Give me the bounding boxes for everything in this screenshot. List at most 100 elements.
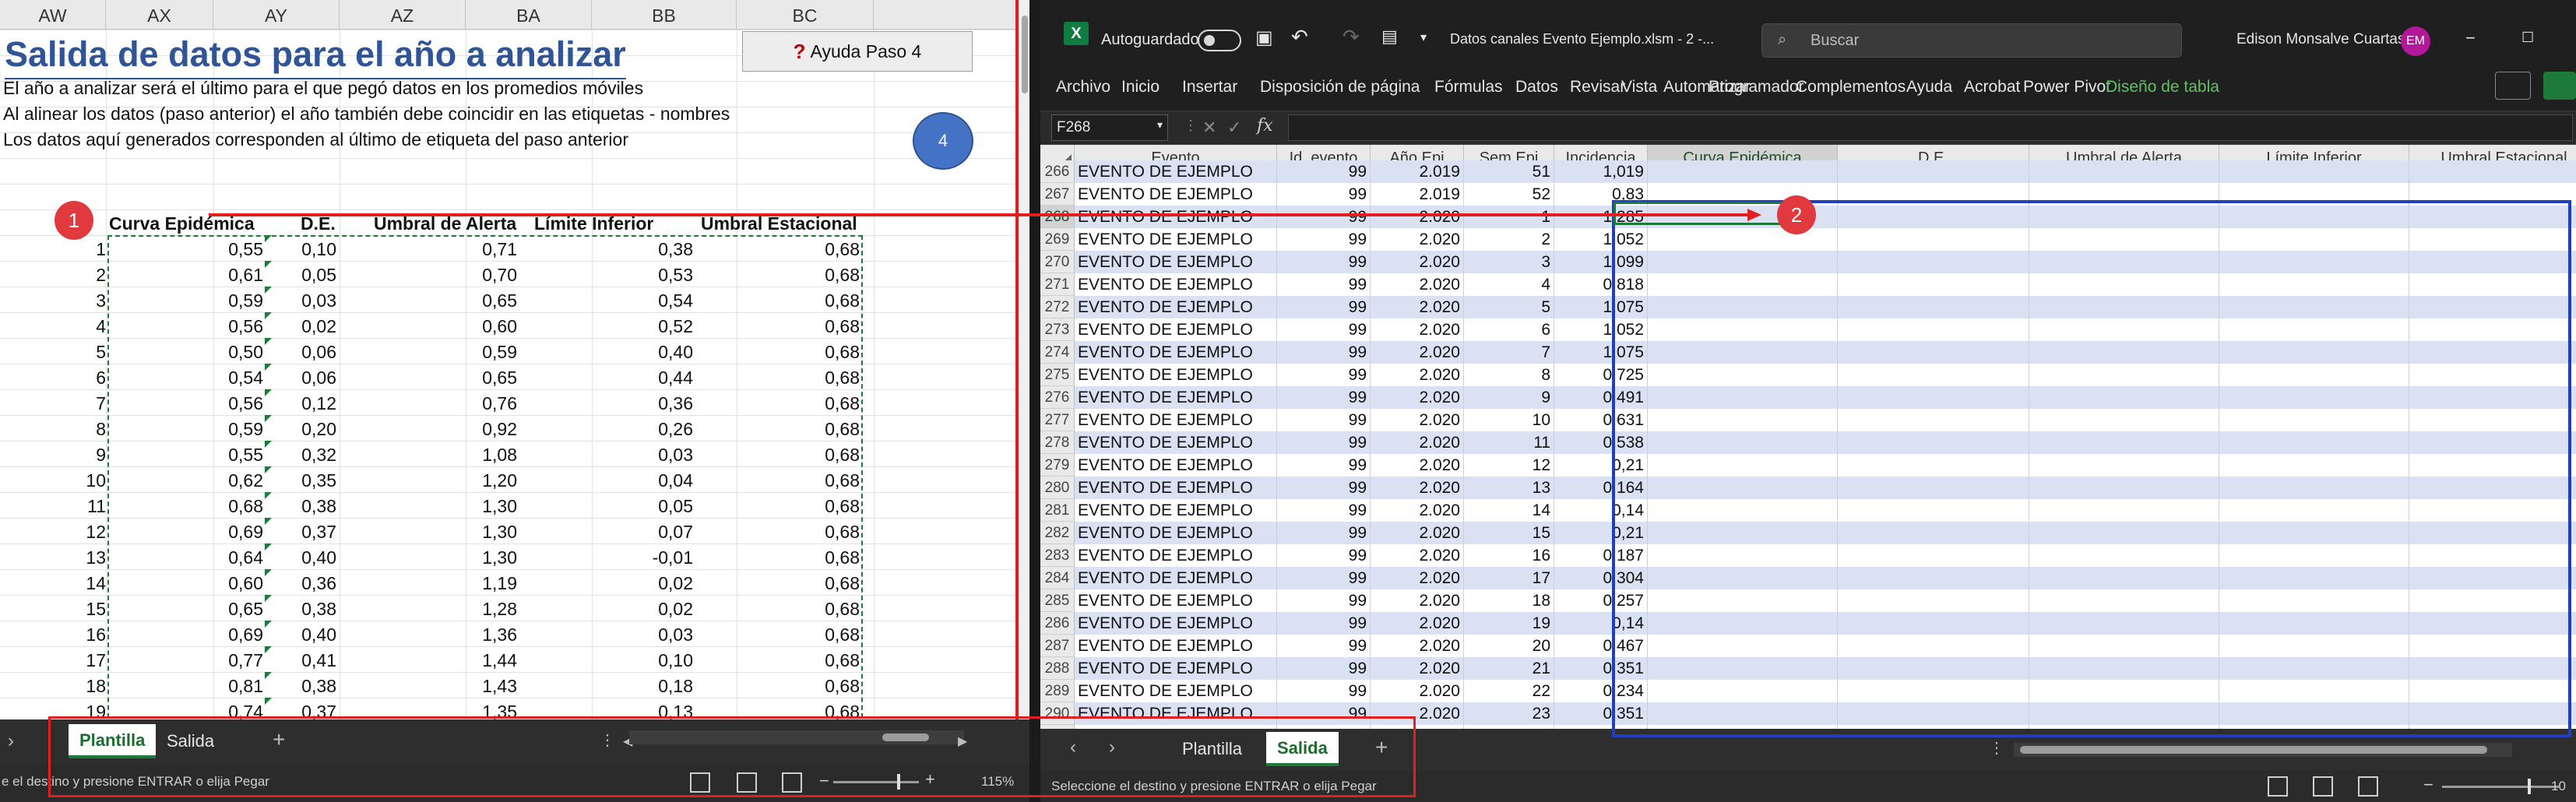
paste-icon[interactable]: ▤ [1381, 26, 1398, 47]
table-cell[interactable]: EVENTO DE EJEMPLO [1075, 228, 1277, 251]
table-cell[interactable]: EVENTO DE EJEMPLO [1075, 680, 1277, 702]
more-options-icon[interactable]: ⋮ [1989, 738, 2004, 758]
table-cell[interactable]: 2.020 [1371, 544, 1464, 567]
table-cell[interactable]: 2.019 [1371, 160, 1464, 183]
table-cell[interactable]: 99 [1277, 228, 1371, 251]
table-cell[interactable]: 12 [1464, 454, 1554, 477]
table-cell[interactable]: 9 [1464, 386, 1554, 409]
table-cell[interactable]: 2.020 [1371, 567, 1464, 589]
table-cell[interactable] [1838, 160, 2029, 183]
row-number[interactable]: 277 [1040, 409, 1075, 431]
table-cell[interactable]: 11 [1464, 431, 1554, 454]
table-cell[interactable]: 2.020 [1371, 364, 1464, 386]
table-cell[interactable]: 2.020 [1371, 251, 1464, 273]
table-cell[interactable]: 2.020 [1371, 522, 1464, 544]
row-number[interactable]: 287 [1040, 635, 1075, 657]
table-cell[interactable]: 99 [1277, 386, 1371, 409]
table-cell[interactable]: 99 [1277, 296, 1371, 318]
table-cell[interactable]: EVENTO DE EJEMPLO [1075, 612, 1277, 635]
comments-button[interactable] [2495, 72, 2531, 100]
table-cell[interactable]: 1,019 [1554, 160, 1648, 183]
table-cell[interactable]: 99 [1277, 680, 1371, 702]
menu-diseño-de-tabla[interactable]: Diseño de tabla [2106, 78, 2219, 97]
table-cell[interactable]: 2.020 [1371, 589, 1464, 612]
share-button[interactable] [2543, 72, 2576, 100]
table-cell[interactable]: 2.020 [1371, 477, 1464, 499]
table-cell[interactable]: 52 [1464, 183, 1554, 206]
menu-revisar[interactable]: Revisar [1570, 78, 1625, 97]
row-number[interactable]: 269 [1040, 228, 1075, 251]
table-cell[interactable]: 99 [1277, 409, 1371, 431]
table-cell[interactable]: 2.020 [1371, 431, 1464, 454]
save-icon[interactable]: ▣ [1255, 26, 1273, 49]
table-cell[interactable]: EVENTO DE EJEMPLO [1075, 431, 1277, 454]
menu-acrobat[interactable]: Acrobat [1964, 78, 2020, 97]
menu-ayuda[interactable]: Ayuda [1906, 78, 1952, 97]
table-cell[interactable]: 7 [1464, 341, 1554, 364]
page-layout-view-icon[interactable] [2313, 776, 2333, 797]
zoom-level[interactable]: 10 [2551, 779, 2566, 794]
help-step4-button[interactable]: ? Ayuda Paso 4 [742, 31, 973, 72]
page-break-view-icon[interactable] [2358, 776, 2378, 797]
table-cell[interactable]: EVENTO DE EJEMPLO [1075, 589, 1277, 612]
autosave-toggle[interactable] [1198, 30, 1241, 51]
table-cell[interactable]: 2.020 [1371, 296, 1464, 318]
table-cell[interactable]: 2.020 [1371, 228, 1464, 251]
table-cell[interactable]: EVENTO DE EJEMPLO [1075, 386, 1277, 409]
user-name[interactable]: Edison Monsalve Cuartas [2236, 31, 2405, 48]
scroll-thumb[interactable] [1022, 16, 1028, 93]
table-cell[interactable]: EVENTO DE EJEMPLO [1075, 499, 1277, 522]
table-cell[interactable]: 23 [1464, 702, 1554, 725]
table-cell[interactable]: 4 [1464, 273, 1554, 296]
row-number[interactable]: 280 [1040, 477, 1075, 499]
table-cell[interactable]: 2.020 [1371, 657, 1464, 680]
menu-archivo[interactable]: Archivo [1056, 78, 1110, 97]
menu-disposición-de-página[interactable]: Disposición de página [1260, 78, 1420, 97]
menu-fórmulas[interactable]: Fórmulas [1434, 78, 1503, 97]
active-cell-f268[interactable] [1614, 202, 1799, 225]
table-cell[interactable]: 2.020 [1371, 409, 1464, 431]
table-cell[interactable]: 2 [1464, 228, 1554, 251]
table-cell[interactable]: 15 [1464, 522, 1554, 544]
zoom-slider-knob[interactable] [2528, 779, 2531, 794]
row-number[interactable]: 266 [1040, 160, 1075, 183]
table-cell[interactable]: EVENTO DE EJEMPLO [1075, 183, 1277, 206]
menu-power-pivot[interactable]: Power Pivot [2023, 78, 2110, 97]
undo-icon[interactable]: ↶ [1291, 25, 1308, 49]
table-cell[interactable]: 3 [1464, 251, 1554, 273]
table-cell[interactable]: 1 [1464, 206, 1554, 228]
table-cell[interactable]: 2.019 [1371, 183, 1464, 206]
row-number[interactable]: 283 [1040, 544, 1075, 567]
table-cell[interactable]: 99 [1277, 318, 1371, 341]
table-cell[interactable]: 99 [1277, 364, 1371, 386]
table-cell[interactable]: 99 [1277, 612, 1371, 635]
table-cell[interactable]: 99 [1277, 251, 1371, 273]
table-cell[interactable]: 14 [1464, 499, 1554, 522]
table-cell[interactable]: 16 [1464, 544, 1554, 567]
customize-qat-icon[interactable]: ▾ [1420, 30, 1427, 45]
table-cell[interactable]: 99 [1277, 477, 1371, 499]
table-cell[interactable]: 2.020 [1371, 635, 1464, 657]
column-header-ba[interactable]: BA [466, 0, 592, 30]
table-cell[interactable]: EVENTO DE EJEMPLO [1075, 160, 1277, 183]
cancel-entry-icon[interactable]: ✕ [1202, 118, 1216, 138]
column-header-ay[interactable]: AY [213, 0, 340, 30]
search-box[interactable]: ⌕ Buscar [1761, 23, 2182, 58]
row-number[interactable]: 284 [1040, 567, 1075, 589]
table-cell[interactable]: EVENTO DE EJEMPLO [1075, 657, 1277, 680]
menu-vista[interactable]: Vista [1621, 78, 1657, 97]
table-cell[interactable]: 2.020 [1371, 318, 1464, 341]
column-header-ax[interactable]: AX [106, 0, 213, 30]
table-cell[interactable]: EVENTO DE EJEMPLO [1075, 251, 1277, 273]
table-cell[interactable]: EVENTO DE EJEMPLO [1075, 341, 1277, 364]
table-cell[interactable]: 99 [1277, 522, 1371, 544]
normal-view-icon[interactable] [2268, 776, 2288, 797]
left-vertical-scrollbar[interactable] [1019, 0, 1029, 719]
maximize-icon[interactable]: ☐ [2521, 30, 2534, 46]
table-cell[interactable]: 2.020 [1371, 206, 1464, 228]
table-cell[interactable]: 8 [1464, 364, 1554, 386]
row-number[interactable]: 288 [1040, 657, 1075, 680]
table-cell[interactable]: 19 [1464, 612, 1554, 635]
table-cell[interactable]: 2.020 [1371, 386, 1464, 409]
h-scroll-thumb[interactable] [2020, 746, 2487, 754]
